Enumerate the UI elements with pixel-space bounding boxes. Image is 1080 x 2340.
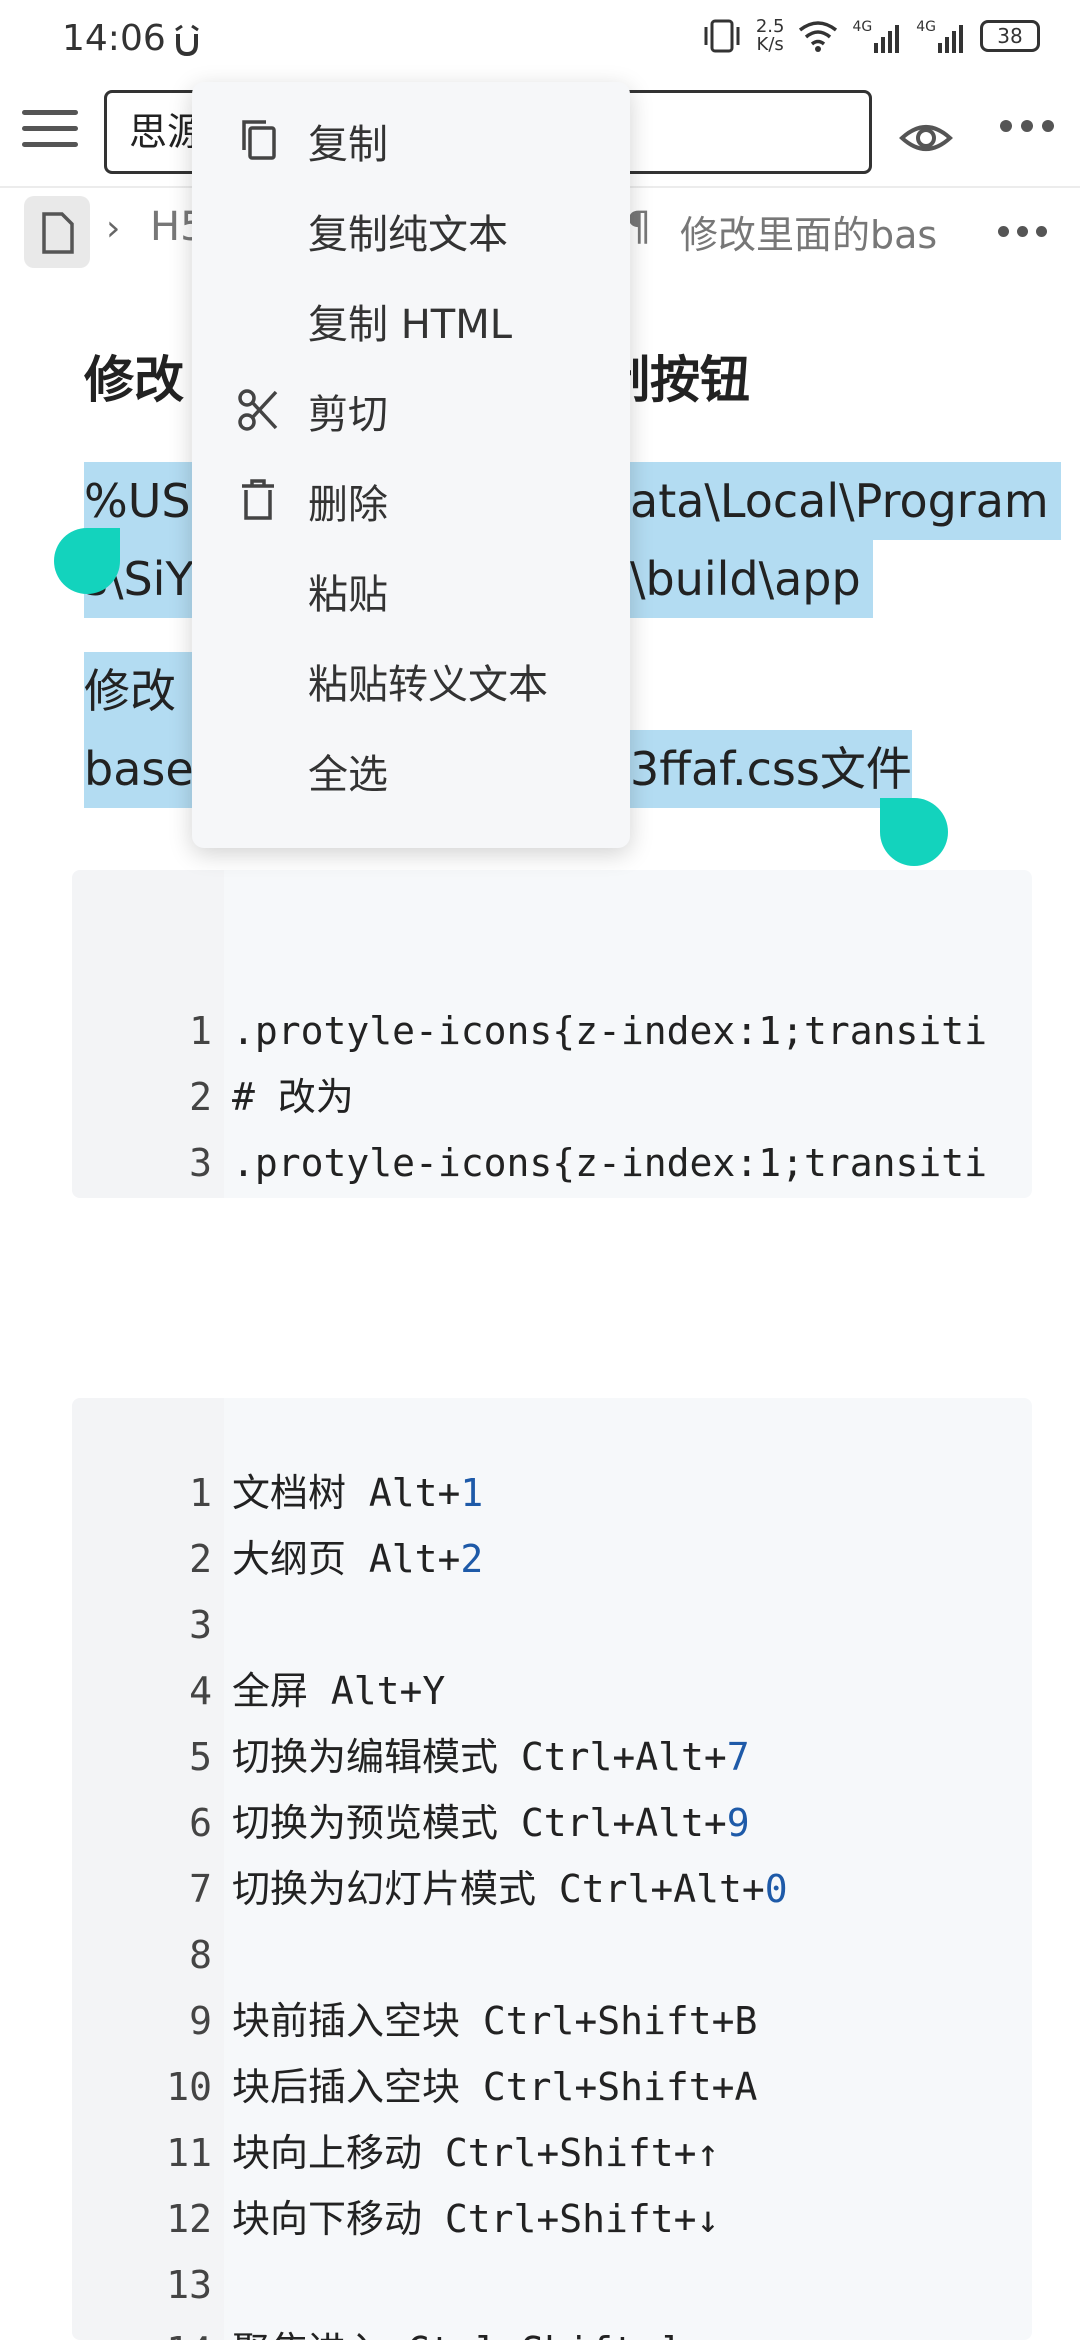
breadcrumb-paragraph[interactable]: 修改里面的bas — [680, 204, 937, 259]
code-text: 聚焦进入 Ctrl+Shift+] — [232, 2318, 681, 2340]
status-bar: 14:06 2.5 K/s 4G 4G 38 — [0, 0, 1080, 80]
code-text-main: 文档树 Alt+ — [232, 1471, 461, 1515]
code-number: 7 — [726, 1735, 750, 1779]
line-number: 2 — [189, 1537, 212, 1581]
code-number: 1 — [460, 1471, 484, 1515]
chevron-right-icon: › — [106, 208, 121, 249]
more-options-icon[interactable] — [1000, 120, 1054, 132]
line-number: 14 — [72, 2318, 212, 2340]
menu-item-label: 粘贴 — [308, 572, 388, 618]
code-block[interactable]: 1 .protyle-icons{z-index:1;transiti 2 # 改为… — [72, 870, 1032, 1198]
paragraph-text: base. — [84, 730, 194, 808]
breadcrumb-more-icon[interactable] — [998, 226, 1047, 237]
document-icon[interactable] — [24, 196, 90, 268]
code-text: 全屏 Alt+Y — [232, 1658, 445, 1724]
menu-item-label: 剪切 — [308, 392, 388, 438]
content-heading-left: 修改 — [84, 351, 184, 409]
code-block[interactable]: 1 文档树 Alt+1 2 大纲页 Alt+2 3 4 全屏 Alt+Y 5 切换为编辑模式 C… — [72, 1398, 1032, 2340]
code-text: 切换为幻灯片模式 Ctrl+Alt+0 — [232, 1856, 788, 1922]
line-number: 9 — [189, 1999, 212, 2043]
trash-icon — [236, 476, 280, 524]
line-number: 1 — [189, 1471, 212, 1515]
code-text: 块后插入空块 Ctrl+Shift+A — [232, 2054, 757, 2120]
code-text: 切换为编辑模式 Ctrl+Alt+7 — [232, 1724, 750, 1790]
menu-item-label: 全选 — [308, 752, 388, 798]
signal-icon-1: 4G — [852, 19, 902, 53]
context-menu: 复制 复制纯文本 复制 HTML 剪切 删除 粘贴 粘贴转义文本 全选 — [192, 82, 630, 848]
status-time: 14:06 — [62, 18, 166, 59]
menu-item-label: 复制纯文本 — [308, 212, 508, 258]
code-number: 2 — [460, 1537, 484, 1581]
code-text-main: 切换为预览模式 Ctrl+Alt+ — [232, 1801, 727, 1845]
alarm-icon — [172, 24, 202, 58]
menu-item-cut[interactable]: 剪切 — [192, 364, 630, 454]
code-text-main: 全屏 Alt+Y — [232, 1669, 446, 1713]
vibrate-icon — [704, 19, 740, 53]
paragraph-text: ata\Local\Program — [630, 462, 1061, 540]
signal-icon-2: 4G — [916, 19, 966, 53]
scissors-icon — [236, 386, 280, 434]
status-icons: 2.5 K/s 4G 4G 38 — [702, 18, 1040, 54]
code-text-main: 切换为编辑模式 Ctrl+Alt+ — [232, 1735, 727, 1779]
menu-item-label: 复制 HTML — [308, 302, 513, 348]
line-number: 3 — [189, 1603, 212, 1647]
code-text: 块向上移动 Ctrl+Shift+↑ — [232, 2120, 719, 2186]
preview-eye-icon[interactable] — [898, 110, 954, 166]
line-number: 11 — [166, 2131, 212, 2175]
line-number: 6 — [189, 1801, 212, 1845]
code-text-main: 块向上移动 Ctrl+Shift+↑ — [232, 2131, 720, 2175]
menu-item-copy-plain-text[interactable]: 复制纯文本 — [192, 184, 630, 274]
line-number: 10 — [166, 2065, 212, 2109]
code-line: 3 .protyle-icons{z-index:1;transiti — [189, 1141, 987, 1185]
menu-item-label: 复制 — [308, 122, 388, 168]
code-text-main: 大纲页 Alt+ — [232, 1537, 461, 1581]
line-number: 5 — [189, 1735, 212, 1779]
code-text: 切换为预览模式 Ctrl+Alt+9 — [232, 1790, 750, 1856]
code-text-main: 块后插入空块 Ctrl+Shift+A — [232, 2065, 758, 2109]
line-number: 8 — [189, 1933, 212, 1977]
menu-item-copy[interactable]: 复制 — [192, 94, 630, 184]
code-text: 大纲页 Alt+2 — [232, 1526, 483, 1592]
code-text: 文档树 Alt+1 — [232, 1460, 483, 1526]
line-number: 4 — [189, 1669, 212, 1713]
code-number: 9 — [726, 1801, 750, 1845]
paragraph-text: \build\app — [630, 540, 873, 618]
hamburger-menu-icon[interactable] — [22, 110, 78, 154]
menu-item-label: 粘贴转义文本 — [308, 662, 548, 708]
copy-icon — [236, 116, 280, 164]
paragraph-text: 3ffaf.css文件 — [630, 730, 912, 808]
code-text: 块前插入空块 Ctrl+Shift+B — [232, 1988, 757, 2054]
wifi-icon — [799, 21, 838, 52]
selection-handle-end[interactable] — [880, 798, 948, 866]
code-text-main: 块前插入空块 Ctrl+Shift+B — [232, 1999, 758, 2043]
code-number: 0 — [764, 1867, 788, 1911]
menu-item-paste[interactable]: 粘贴 — [192, 544, 630, 634]
code-text-main: 切换为幻灯片模式 Ctrl+Alt+ — [232, 1867, 765, 1911]
line-number: 7 — [189, 1867, 212, 1911]
menu-item-select-all[interactable]: 全选 — [192, 724, 630, 814]
code-line: 2 # 改为 — [189, 1075, 354, 1119]
menu-item-paste-escaped[interactable]: 粘贴转义文本 — [192, 634, 630, 724]
menu-item-delete[interactable]: 删除 — [192, 454, 630, 544]
line-number: 12 — [166, 2197, 212, 2241]
battery-icon: 38 — [980, 20, 1040, 52]
code-line: 1 .protyle-icons{z-index:1;transiti — [189, 1009, 987, 1053]
menu-item-copy-html[interactable]: 复制 HTML — [192, 274, 630, 364]
paragraph-text: 修改里 — [84, 652, 194, 730]
code-text: 块向下移动 Ctrl+Shift+↓ — [232, 2186, 719, 2252]
net-speed: 2.5 K/s — [755, 16, 785, 55]
selection-handle-start[interactable] — [54, 528, 120, 594]
code-text-main: 块向下移动 Ctrl+Shift+↓ — [232, 2197, 720, 2241]
code-text-main: 聚焦进入 Ctrl+Shift+] — [232, 2329, 681, 2340]
menu-item-label: 删除 — [308, 482, 388, 528]
line-number: 13 — [166, 2263, 212, 2307]
